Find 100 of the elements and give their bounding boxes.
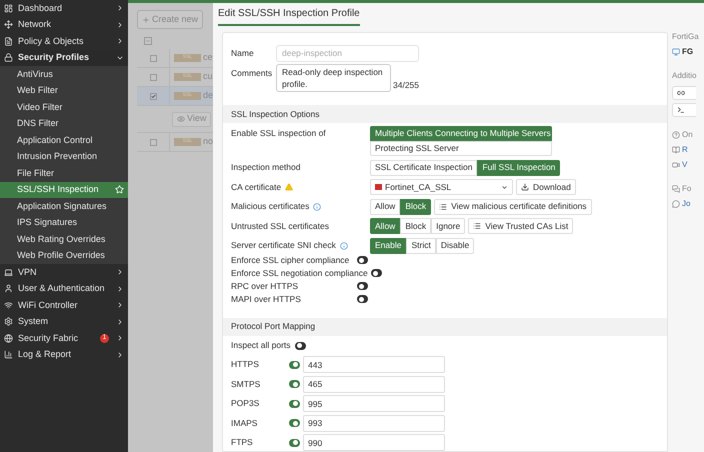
field-label: Enforce SSL cipher compliance [231, 254, 350, 266]
eye-icon [177, 115, 185, 123]
field-label: Comments [231, 67, 274, 80]
panel-heading: On [682, 129, 693, 141]
field-label: Name [231, 46, 255, 60]
toggle-switch[interactable] [289, 380, 300, 388]
sidebar-subitem[interactable]: File Filter [0, 165, 128, 182]
star-icon[interactable] [115, 185, 124, 194]
field-label: Enforce SSL negotiation compliance [231, 266, 368, 280]
field-label: Enable SSL inspection of [231, 127, 326, 140]
sidebar-subitem[interactable]: SSL/SSH Inspection [0, 182, 128, 198]
sidebar-subitem[interactable]: IPS Signatures [0, 214, 128, 231]
port-input[interactable]: 465 [303, 376, 445, 392]
port-input[interactable]: 995 [303, 395, 445, 412]
segment-option[interactable]: Enable [370, 238, 406, 254]
segment-option[interactable]: Block [400, 198, 432, 214]
download-icon [521, 183, 529, 191]
toggle-switch[interactable] [289, 419, 300, 427]
link-icon [677, 89, 685, 97]
panel-link[interactable]: Jo [682, 198, 690, 210]
row-checkbox[interactable] [150, 138, 156, 146]
sidebar-subitem[interactable]: Application Control [0, 132, 128, 148]
segment-option[interactable]: SSL Certificate Inspection [370, 160, 478, 176]
segment-option[interactable]: Block [400, 218, 432, 234]
field-label: SMTPS [231, 378, 262, 390]
toggle-switch[interactable] [289, 360, 300, 368]
certificate-select[interactable]: Fortinet_CA_SSL [370, 179, 513, 195]
device-icon [672, 48, 680, 56]
sidebar-subitem[interactable]: DNS Filter [0, 116, 128, 132]
toggle-switch[interactable] [357, 282, 368, 290]
panel-heading: FortiGa [672, 31, 699, 43]
segment-option[interactable]: Ignore [431, 218, 466, 234]
character-counter: 34/255 [393, 79, 419, 92]
forum-icon [672, 185, 680, 193]
field-label: IMAPS [231, 416, 258, 430]
field-label: Malicious certificates [231, 200, 310, 213]
view-list-button[interactable]: View Trusted CAs List [468, 218, 574, 234]
field-label: Server certificate SNI check [231, 239, 336, 252]
list-icon [473, 222, 482, 230]
toggle-switch[interactable] [370, 269, 382, 277]
chat-bubble-icon [672, 200, 680, 208]
collapse-icon [144, 36, 152, 44]
toggle-switch[interactable] [294, 342, 306, 350]
profile-name: ce [203, 51, 213, 64]
sidebar-subitem[interactable]: Web Profile Overrides [0, 248, 128, 264]
panel-heading: Additio [672, 70, 696, 82]
profile-name: de [203, 89, 213, 102]
panel-heading: Fo [682, 183, 692, 195]
terminal-icon [677, 106, 685, 114]
port-input[interactable]: 993 [303, 414, 445, 432]
plus-icon [142, 16, 150, 24]
toggle-switch[interactable] [357, 256, 368, 264]
field-label: Inspection method [231, 161, 300, 174]
dropdown-caret-icon [501, 184, 508, 190]
field-label: HTTPS [231, 358, 260, 371]
radio-option[interactable]: Protecting SSL Server [370, 141, 552, 156]
dialog-title: Edit SSL/SSH Inspection Profile [218, 6, 360, 26]
row-checkbox[interactable] [150, 74, 156, 80]
book-icon [672, 146, 680, 154]
view-list-button[interactable]: View malicious certificate definitions [434, 198, 592, 214]
link-button[interactable] [672, 86, 696, 100]
sidebar-subitem[interactable]: Video Filter [0, 99, 128, 116]
field-label: POP3S [231, 397, 260, 410]
port-input[interactable]: 443 [303, 356, 445, 373]
sidebar-subitem[interactable]: Web Filter [0, 82, 128, 99]
toggle-switch[interactable] [289, 400, 300, 408]
segment-option[interactable]: Strict [406, 238, 436, 254]
field-label: Untrusted SSL certificates [231, 220, 329, 232]
panel-link[interactable]: R [682, 144, 688, 156]
sidebar-subitem[interactable]: Intrusion Prevention [0, 148, 128, 165]
panel-link[interactable]: FG [682, 46, 694, 58]
section-header: SSL Inspection Options [223, 105, 667, 123]
certificate-icon [375, 184, 382, 190]
segment-option[interactable]: Allow [370, 198, 400, 214]
radio-option[interactable]: Multiple Clients Connecting to Multiple Servers [370, 126, 552, 141]
check-icon [150, 92, 156, 100]
row-checkbox[interactable] [150, 54, 156, 62]
comments-textarea[interactable]: Read-only deep inspection profile. [276, 64, 391, 92]
segment-option[interactable]: Full SSL Inspection [477, 160, 560, 176]
help-icon [672, 131, 680, 139]
download-button[interactable]: Download [516, 179, 576, 195]
field-label: FTPS [231, 436, 254, 449]
list-icon [439, 202, 448, 210]
video-icon [672, 161, 680, 169]
sidebar-subitem[interactable]: Application Signatures [0, 198, 128, 214]
toggle-switch[interactable] [357, 295, 368, 303]
profile-name: no [203, 135, 213, 148]
field-label: CA certificate [231, 180, 282, 194]
sidebar-subitem[interactable]: AntiVirus [0, 66, 128, 82]
profile-name: cu [203, 70, 213, 84]
toggle-switch[interactable] [289, 438, 300, 446]
sidebar-subitem[interactable]: Web Rating Overrides [0, 231, 128, 248]
segment-option[interactable]: Disable [436, 238, 474, 254]
field-label: MAPI over HTTPS [231, 292, 301, 306]
port-input[interactable]: 990 [303, 434, 445, 451]
row-checkbox[interactable] [150, 92, 156, 100]
field-label: Inspect all ports [231, 339, 291, 352]
section-header: Protocol Port Mapping [223, 318, 667, 336]
panel-link[interactable]: V [682, 159, 688, 171]
segment-option[interactable]: Allow [370, 218, 400, 234]
